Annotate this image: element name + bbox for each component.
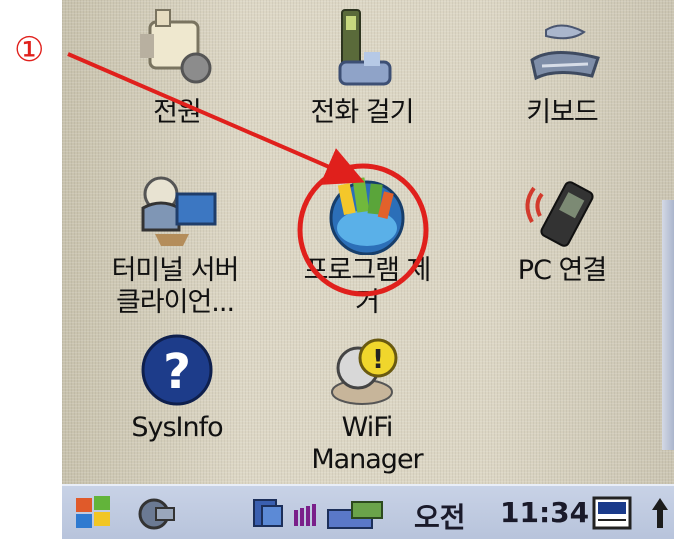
svg-text:!: ! bbox=[372, 345, 384, 375]
input-method-icon[interactable] bbox=[590, 492, 634, 536]
icon-label-sysinfo: SysInfo bbox=[131, 412, 223, 443]
clock-time[interactable]: 11:34 bbox=[500, 496, 589, 529]
device-screen: 전원 전화 걸기 키보드 터미널 서버 클라이언... 프로그램 제 거 PC … bbox=[62, 0, 674, 539]
clock-ampm[interactable]: 오전 bbox=[414, 496, 466, 536]
power-icon bbox=[140, 9, 212, 84]
keyboard-icon bbox=[530, 24, 600, 81]
remove-programs-icon bbox=[329, 177, 405, 255]
icon-label-power: 전원 bbox=[153, 97, 202, 128]
icon-remove-programs[interactable]: 프로그램 제 거 bbox=[282, 170, 452, 319]
icon-label-wifi-manager: WiFi Manager bbox=[311, 412, 423, 475]
pc-connection-icon bbox=[525, 181, 594, 247]
wifi-manager-icon: ! bbox=[331, 338, 398, 405]
icon-wifi-manager[interactable]: ! WiFi Manager bbox=[292, 330, 442, 476]
terminal-server-icon bbox=[141, 176, 217, 246]
signal-icon[interactable] bbox=[250, 492, 320, 536]
icon-label-phone-dial: 전화 걸기 bbox=[310, 97, 415, 128]
icon-phone-dial[interactable]: 전화 걸기 bbox=[287, 2, 437, 129]
scroll-up-arrow-icon[interactable] bbox=[648, 492, 672, 536]
icon-pc-connection[interactable]: PC 연결 bbox=[487, 170, 637, 287]
battery-icon[interactable] bbox=[324, 492, 394, 536]
icon-label-terminal-server: 터미널 서버 클라이언... bbox=[111, 255, 240, 318]
icon-label-keyboard: 키보드 bbox=[526, 97, 599, 128]
svg-text:?: ? bbox=[163, 344, 191, 400]
icon-sysinfo[interactable]: ? SysInfo bbox=[107, 330, 247, 444]
icon-keyboard[interactable]: 키보드 bbox=[487, 2, 637, 129]
icon-label-remove-programs: 프로그램 제 거 bbox=[303, 255, 432, 318]
phone-dial-icon bbox=[338, 9, 392, 86]
icon-power[interactable]: 전원 bbox=[112, 2, 242, 129]
taskbar: 오전 11:34 bbox=[62, 484, 674, 539]
sysinfo-icon: ? bbox=[141, 334, 213, 406]
icon-label-pc-connection: PC 연결 bbox=[517, 255, 607, 286]
start-icon[interactable] bbox=[70, 492, 120, 536]
annotation-marker: ① bbox=[14, 30, 45, 70]
scrollbar[interactable] bbox=[662, 200, 674, 450]
icon-terminal-server[interactable]: 터미널 서버 클라이언... bbox=[80, 170, 270, 319]
network-sync-icon[interactable] bbox=[132, 492, 182, 536]
